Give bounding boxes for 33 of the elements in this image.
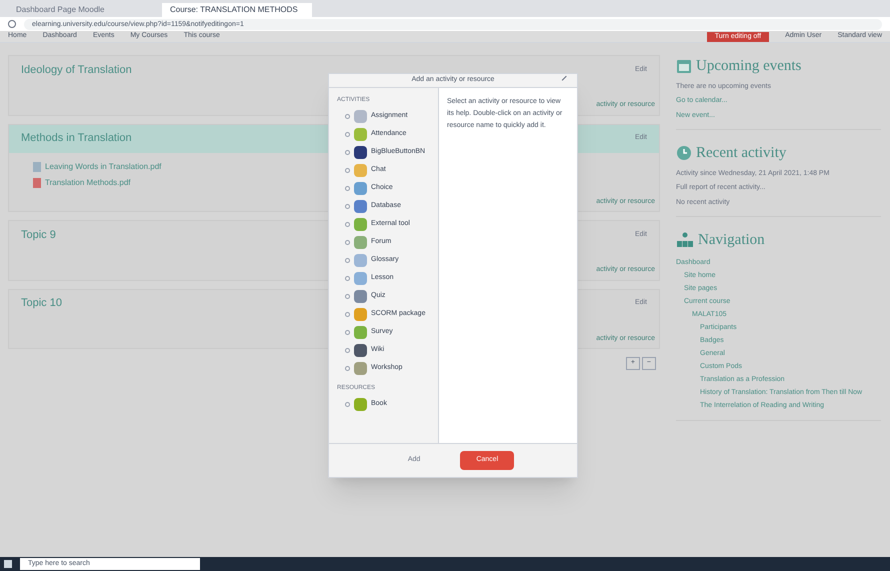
radio-icon <box>345 348 350 353</box>
radio-icon <box>345 204 350 209</box>
reload-icon[interactable] <box>8 20 16 28</box>
radio-icon <box>345 402 350 407</box>
radio-icon <box>345 312 350 317</box>
browser-tab[interactable]: Dashboard Page Moodle <box>8 3 158 17</box>
clock-icon <box>676 145 692 162</box>
section-title[interactable]: Topic 10 <box>21 295 62 312</box>
block-title: Upcoming events <box>696 57 802 76</box>
calendar-icon <box>676 58 692 74</box>
radio-icon <box>345 258 350 263</box>
radio-icon <box>345 276 350 281</box>
pdf-icon <box>33 178 41 188</box>
radio-icon <box>345 186 350 191</box>
radio-icon <box>345 240 350 245</box>
resource-link[interactable]: Leaving Words in Translation.pdf <box>45 160 162 172</box>
radio-icon <box>345 330 350 335</box>
block-title: Navigation <box>698 231 765 250</box>
section-title[interactable]: Methods in Translation <box>21 130 132 147</box>
radio-icon <box>345 366 350 371</box>
file-icon <box>33 162 41 172</box>
section-title[interactable]: Ideology of Translation <box>21 62 132 78</box>
browser-tab[interactable]: Course: TRANSLATION METHODS <box>162 3 312 17</box>
radio-icon <box>345 114 350 119</box>
radio-icon <box>345 132 350 137</box>
radio-icon <box>345 150 350 155</box>
radio-icon <box>345 294 350 299</box>
radio-icon <box>345 222 350 227</box>
sitemap-icon <box>676 232 694 248</box>
radio-icon <box>345 168 350 173</box>
block-title: Recent activity <box>696 144 786 163</box>
resource-link[interactable]: Translation Methods.pdf <box>45 176 131 188</box>
section-title[interactable]: Topic 9 <box>21 226 56 244</box>
